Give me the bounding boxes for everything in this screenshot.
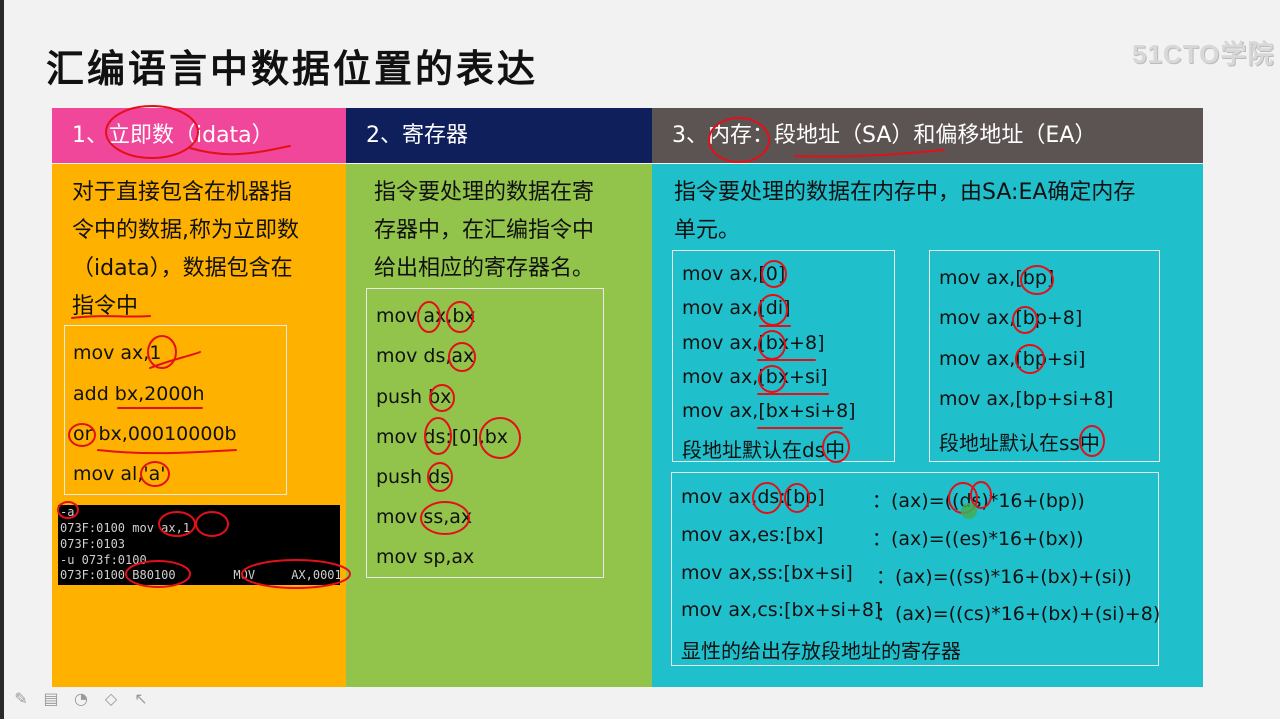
- description-line: 单元。: [674, 218, 741, 243]
- code-line: mov ds,ax: [376, 345, 475, 367]
- code-line: mov ax,[bx+si]: [682, 366, 828, 388]
- address-expression: ：(ax)=((ds)*16+(bp)): [872, 490, 1085, 512]
- code-line: push ds: [376, 466, 451, 488]
- header-immediate: 1、立即数（idata）: [52, 108, 346, 163]
- code-line: mov ax,[0]: [682, 263, 786, 285]
- code-line: mov ax,[bp+si+8]: [939, 388, 1114, 410]
- eraser-icon[interactable]: ◇: [100, 688, 122, 710]
- code-line: mov ax,[bx+8]: [682, 332, 825, 354]
- window-edge: [0, 0, 4, 719]
- highlighter-icon[interactable]: ◔: [70, 688, 92, 710]
- code-line: mov ax,es:[bx]: [681, 524, 824, 546]
- code-line: mov ax,[bp+si]: [939, 348, 1086, 370]
- description-line: （idata），数据包含在: [72, 256, 293, 281]
- code-line: mov ax,[bx+si+8]: [682, 400, 856, 422]
- page-title: 汇编语言中数据位置的表达: [46, 46, 539, 91]
- memory-description: 指令要处理的数据在内存中，由SA:EA确定内存 单元。: [674, 174, 1135, 250]
- description-line: 存器中，在汇编指令中: [374, 218, 595, 243]
- code-line: mov ax,1: [73, 342, 162, 364]
- address-expression: ：(ax)=((ss)*16+(bx)+(si)): [876, 566, 1132, 588]
- explicit-note: 显性的给出存放段地址的寄存器: [681, 639, 961, 663]
- pointer-icon[interactable]: ↖: [130, 688, 152, 710]
- code-line: mov ax,ss:[bx+si]: [681, 562, 853, 584]
- description-line: 指令要处理的数据在寄: [374, 180, 595, 205]
- address-expression: ：(ax)=((cs)*16+(bx)+(si)+8): [876, 603, 1161, 625]
- terminal-line: 073F:0100 B80100 MOV AX,0001: [60, 568, 342, 582]
- terminal-line: 073F:0100 mov ax,1: [60, 521, 191, 535]
- code-line: mov ds:[0],bx: [376, 426, 509, 448]
- code-line: mov ax,bx: [376, 305, 476, 327]
- terminal-line: -u 073f:0100: [60, 553, 147, 567]
- register-description: 指令要处理的数据在寄 存器中，在汇编指令中 给出相应的寄存器名。: [374, 174, 594, 288]
- default-ss-note: 段地址默认在ss中: [939, 431, 1100, 455]
- description-line: 给出相应的寄存器名。: [374, 256, 595, 281]
- terminal-line: -a: [60, 505, 75, 519]
- description-line: 令中的数据,称为立即数: [72, 218, 299, 243]
- code-line: add bx,2000h: [73, 383, 205, 405]
- description-line: 对于直接包含在机器指: [72, 180, 293, 205]
- debug-terminal: -a 073F:0100 mov ax,1 073F:0103 -u 073f:…: [58, 505, 342, 585]
- slide-icon[interactable]: ▤: [40, 688, 62, 710]
- terminal-line: 073F:0103: [60, 537, 126, 551]
- code-line: mov ax,ds:[bp]: [681, 486, 825, 508]
- description-line: 指令中: [72, 294, 139, 319]
- code-line: or bx,00010000b: [73, 423, 237, 445]
- code-line: mov sp,ax: [376, 546, 475, 568]
- address-expression: ：(ax)=((es)*16+(bx)): [872, 528, 1084, 550]
- code-line: mov ss,ax: [376, 506, 473, 528]
- header-register: 2、寄存器: [346, 108, 652, 163]
- pen-icon[interactable]: ✎: [10, 688, 32, 710]
- code-line: mov ax,[di]: [682, 297, 791, 319]
- watermark-logo: 51CTO学院: [1132, 39, 1275, 69]
- code-line: mov ax,[bp]: [939, 267, 1055, 289]
- header-memory: 3、内存：段地址（SA）和偏移地址（EA）: [652, 108, 1203, 163]
- code-line: mov ax,[bp+8]: [939, 307, 1083, 329]
- description-line: 指令要处理的数据在内存中，由SA:EA确定内存: [674, 180, 1136, 205]
- code-line: mov ax,cs:[bx+si+8]: [681, 599, 882, 621]
- immediate-description: 对于直接包含在机器指 令中的数据,称为立即数 （idata），数据包含在 指令中: [72, 174, 299, 326]
- code-line: mov al,'a': [73, 463, 166, 485]
- code-line: push bx: [376, 386, 452, 408]
- default-ds-note: 段地址默认在ds中: [682, 438, 846, 462]
